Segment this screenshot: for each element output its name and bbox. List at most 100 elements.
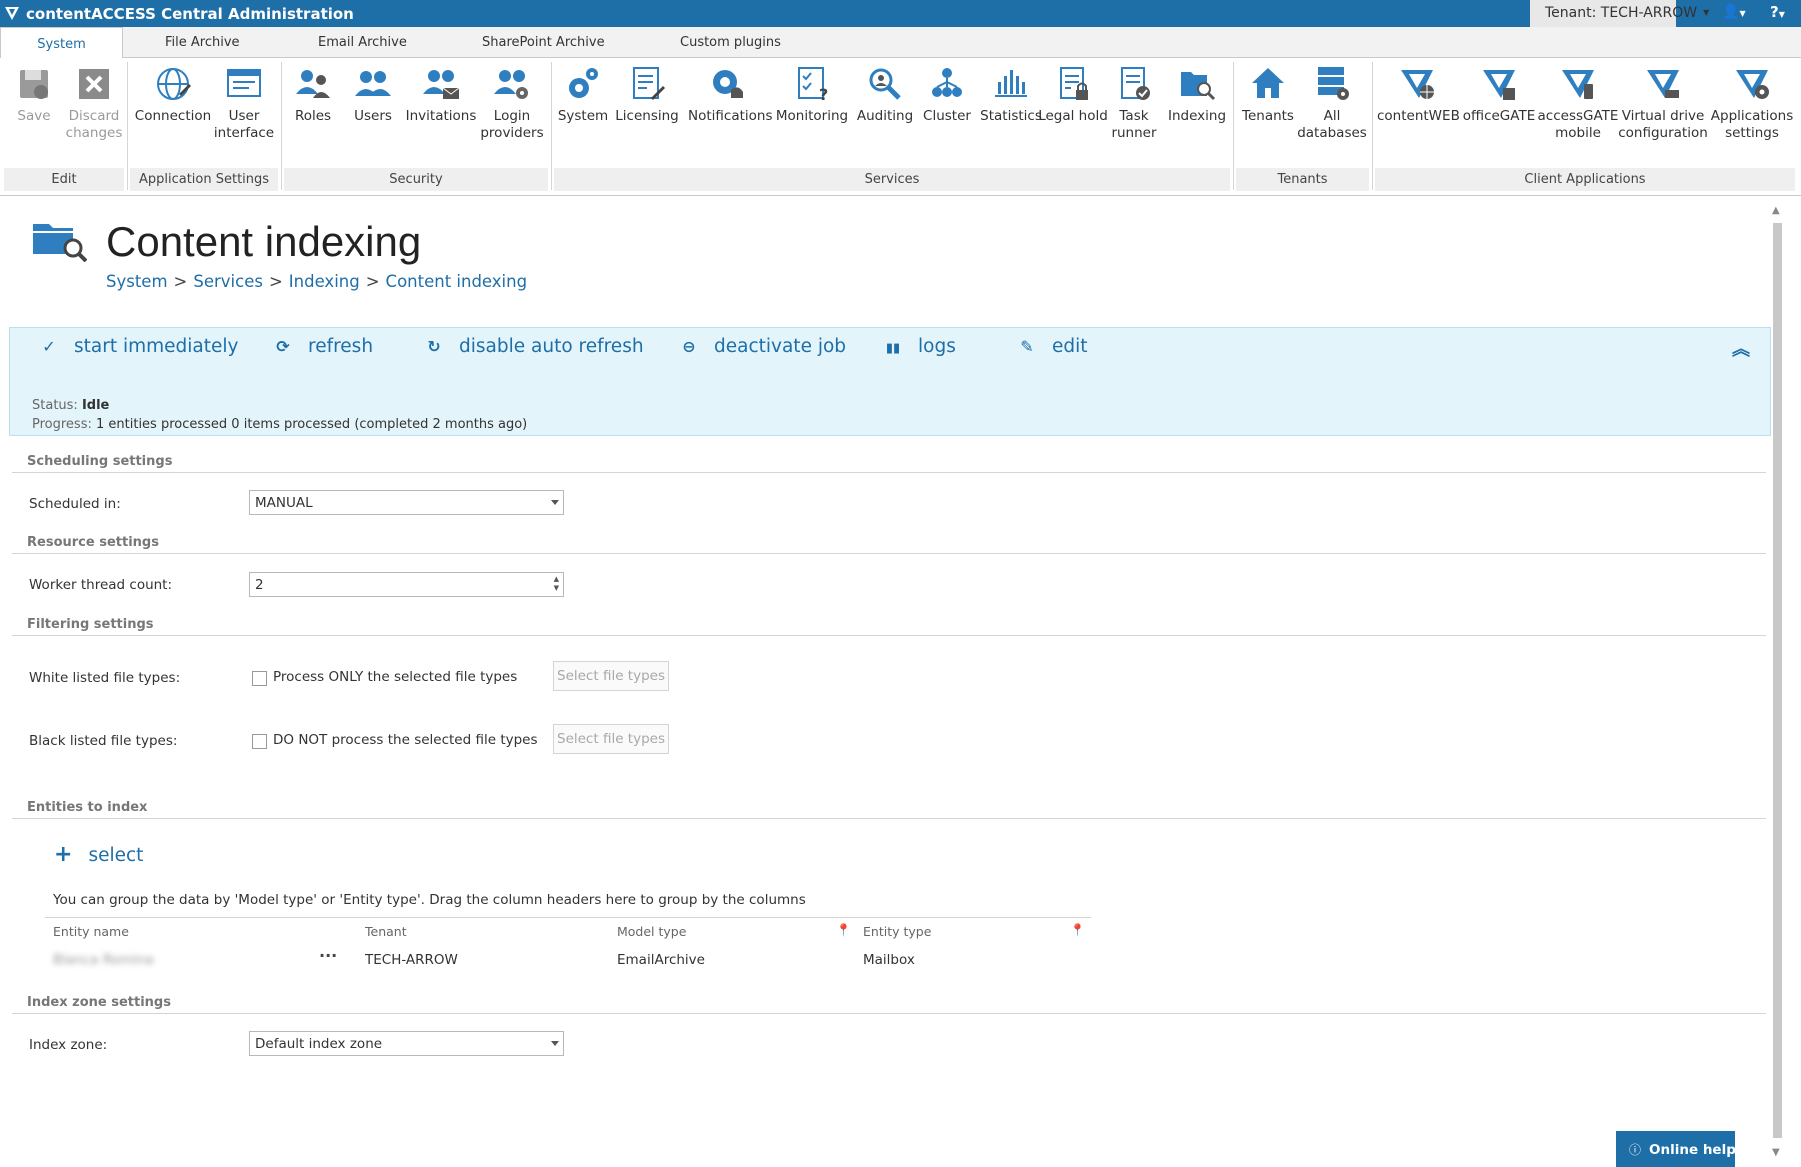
invitations-label: Invitations	[405, 108, 477, 124]
logs-button[interactable]: ▮▮ logs	[882, 336, 956, 357]
edit-button[interactable]: ✎ edit	[1016, 336, 1088, 357]
whitelist-checkbox[interactable]	[252, 671, 267, 686]
connection-button[interactable]: Connection	[134, 62, 212, 125]
filter-pin-icon[interactable]: 📍	[1070, 923, 1085, 937]
officegate-button[interactable]: officeGATE	[1459, 62, 1539, 125]
discard-changes-button[interactable]: Discard changes	[55, 62, 133, 142]
tab-sharepoint-archive[interactable]: SharePoint Archive	[482, 35, 605, 50]
contentweb-button[interactable]: contentWEB	[1377, 62, 1460, 125]
column-entity-type[interactable]: Entity type	[863, 924, 931, 939]
vertical-scrollbar[interactable]: ▲ ▼	[1770, 205, 1784, 1158]
breadcrumb-services[interactable]: Services	[193, 272, 263, 291]
breadcrumb: System > Services > Indexing > Content indexin…	[106, 272, 527, 291]
select-entities-button[interactable]: + select	[54, 842, 143, 867]
accessgate-mobile-button[interactable]: accessGATE mobile	[1536, 62, 1620, 142]
ribbon-separator	[1372, 62, 1373, 190]
select-whitelist-file-types-button[interactable]: Select file types	[553, 661, 669, 691]
index-zone-select[interactable]: Default index zone	[249, 1031, 564, 1056]
tab-system[interactable]: System	[0, 27, 123, 59]
scheduled-in-select[interactable]: MANUAL	[249, 490, 564, 515]
collapse-double-chevron-icon[interactable]: ︽	[1732, 335, 1750, 361]
blacklist-checkbox[interactable]	[252, 734, 267, 749]
all-databases-button[interactable]: All databases	[1293, 62, 1371, 142]
dropdown-arrow-icon	[551, 500, 559, 505]
divider	[12, 1013, 1766, 1014]
discard-label: Discard changes	[65, 108, 123, 141]
spinner-arrows-icon[interactable]: ▲ ▼	[554, 575, 559, 593]
worker-thread-count-stepper[interactable]: 2 ▲ ▼	[249, 572, 564, 597]
tab-email-archive[interactable]: Email Archive	[318, 35, 407, 50]
bar-chart-icon: ▮▮	[885, 341, 901, 356]
help-menu-icon[interactable]: ?▼	[1770, 3, 1785, 21]
licensing-icon	[633, 67, 665, 100]
more-options-icon[interactable]: ···	[319, 946, 337, 965]
tab-file-archive[interactable]: File Archive	[165, 35, 240, 50]
blacklist-checkbox-label: DO NOT process the selected file types	[273, 732, 538, 748]
user-menu-icon[interactable]: 👤▼	[1722, 4, 1746, 20]
applications-settings-button[interactable]: Applications settings	[1707, 62, 1797, 142]
system-gear-icon	[569, 68, 598, 98]
section-scheduling: Scheduling settings	[27, 454, 173, 469]
cluster-icon	[932, 68, 962, 97]
monitoring-label: Monitoring	[775, 108, 849, 124]
user-interface-button[interactable]: User interface	[205, 62, 283, 142]
select-entities-label: select	[88, 845, 144, 866]
tenant-selector[interactable]: Tenant: TECH-ARROW ▼	[1530, 0, 1709, 27]
progress-line: Progress: 1 entities processed 0 items p…	[32, 417, 527, 432]
progress-value: 1 entities processed 0 items processed (…	[96, 417, 528, 432]
legal-hold-icon	[1060, 67, 1088, 100]
pencil-icon: ✎	[1020, 337, 1034, 356]
scrollbar-thumb[interactable]	[1773, 223, 1782, 1138]
content-indexing-icon	[33, 224, 87, 262]
task-runner-label: Task runner	[1111, 108, 1157, 141]
save-label: Save	[17, 108, 51, 124]
officegate-label: officeGATE	[1462, 108, 1536, 124]
refresh-label: refresh	[308, 336, 374, 357]
logs-label: logs	[918, 336, 956, 357]
virtual-drive-configuration-button[interactable]: Virtual drive configuration	[1616, 62, 1710, 142]
group-label-tenants: Tenants	[1236, 168, 1369, 191]
disable-auto-refresh-button[interactable]: ↻ disable auto refresh	[423, 336, 644, 357]
licensing-button[interactable]: Licensing	[608, 62, 686, 125]
section-entities: Entities to index	[27, 800, 148, 815]
column-tenant[interactable]: Tenant	[365, 924, 407, 939]
breadcrumb-separator: >	[268, 272, 283, 291]
login-providers-button[interactable]: Login providers	[473, 62, 551, 142]
status-label: Status:	[32, 398, 78, 413]
select-blacklist-file-types-button[interactable]: Select file types	[553, 724, 669, 754]
divider	[12, 818, 1766, 819]
column-model-type[interactable]: Model type	[617, 924, 686, 939]
all-databases-label: All databases	[1297, 108, 1367, 141]
whitelist-checkbox-label: Process ONLY the selected file types	[273, 669, 518, 685]
edit-label: edit	[1052, 336, 1088, 357]
notifications-icon	[713, 70, 743, 98]
breadcrumb-content-indexing[interactable]: Content indexing	[386, 272, 528, 291]
notifications-button[interactable]: Notifications	[688, 62, 773, 125]
column-entity-name[interactable]: Entity name	[53, 924, 129, 939]
breadcrumb-indexing[interactable]: Indexing	[289, 272, 360, 291]
deactivate-job-button[interactable]: ⊖ deactivate job	[678, 336, 846, 357]
info-icon: ⓘ	[1629, 1143, 1642, 1157]
start-immediately-button[interactable]: ✓ start immediately	[38, 336, 238, 357]
breadcrumb-separator: >	[173, 272, 188, 291]
model-type-cell: EmailArchive	[617, 952, 705, 968]
connection-icon	[157, 68, 191, 100]
page-title: Content indexing	[106, 218, 422, 265]
invitations-button[interactable]: Invitations	[402, 62, 480, 125]
group-by-hint: You can group the data by 'Model type' o…	[53, 892, 806, 908]
disable-auto-refresh-label: disable auto refresh	[459, 336, 644, 357]
refresh-button[interactable]: ⟳ refresh	[272, 336, 373, 357]
breadcrumb-system[interactable]: System	[106, 272, 168, 291]
tab-custom-plugins[interactable]: Custom plugins	[680, 35, 781, 50]
online-help-button[interactable]: ⓘ Online help	[1616, 1131, 1736, 1167]
auditing-icon	[869, 68, 901, 100]
scroll-down-icon[interactable]: ▼	[1772, 1147, 1780, 1158]
statistics-label: Statistics	[980, 108, 1042, 124]
users-button[interactable]: Users	[334, 62, 412, 125]
indexing-button[interactable]: Indexing	[1158, 62, 1236, 125]
monitoring-button[interactable]: ? Monitoring	[773, 62, 851, 125]
virtual-drive-icon	[1647, 70, 1679, 98]
scroll-up-icon[interactable]: ▲	[1772, 205, 1780, 216]
dropdown-arrow-icon	[551, 1041, 559, 1046]
filter-pin-icon[interactable]: 📍	[836, 923, 851, 937]
